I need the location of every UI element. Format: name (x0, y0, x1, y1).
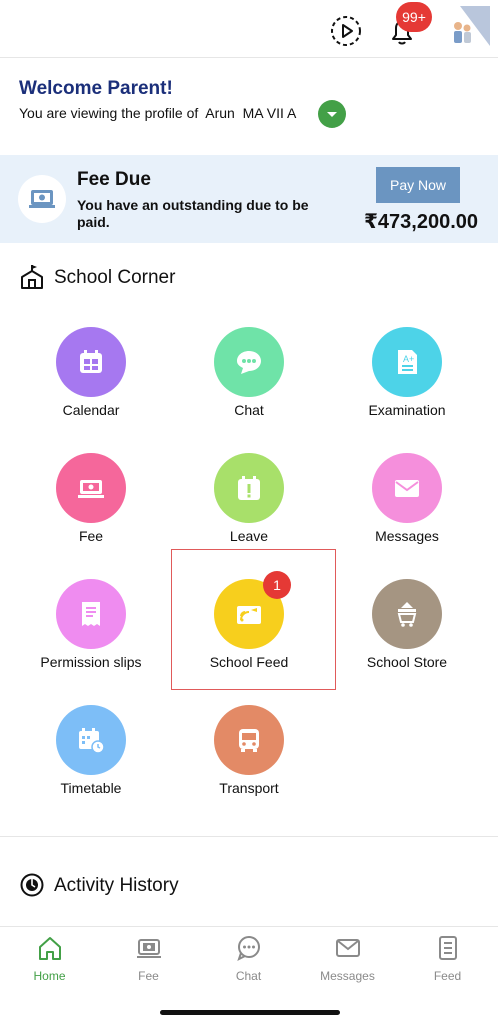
section-divider (0, 836, 498, 837)
tile-permission-slips[interactable]: Permission slips (16, 579, 166, 689)
tile-label: Timetable (60, 780, 122, 796)
tile-label: Calendar (62, 402, 120, 418)
welcome-title: Welcome Parent! (19, 78, 173, 99)
mail-icon (372, 453, 442, 523)
nav-label: Chat (235, 969, 262, 983)
tile-label: Messages (375, 528, 439, 544)
profile-dropdown-button[interactable] (318, 100, 346, 128)
fee-due-banner: Fee Due You have an outstanding due to b… (0, 155, 498, 243)
fee-icon (136, 939, 161, 958)
tile-calendar[interactable]: Calendar (16, 327, 166, 437)
leave-icon (214, 453, 284, 523)
fee-due-icon (18, 175, 66, 223)
nav-label: Messages (320, 969, 375, 983)
fee-due-title: Fee Due (77, 169, 151, 190)
tile-examination[interactable]: A+ Examination (332, 327, 482, 437)
mail-icon (335, 939, 360, 957)
feed-icon (438, 936, 457, 960)
chevron-down-icon (327, 112, 337, 117)
nav-home[interactable]: Home (0, 935, 99, 995)
chat-icon (236, 936, 260, 961)
nav-label: Home (33, 969, 66, 983)
fee-icon (56, 453, 126, 523)
tile-timetable[interactable]: Timetable (16, 705, 166, 815)
avatar[interactable] (440, 6, 490, 50)
slip-icon (56, 579, 126, 649)
pay-now-button[interactable]: Pay Now (376, 167, 460, 203)
bus-icon (214, 705, 284, 775)
home-icon (38, 937, 61, 960)
tile-chat[interactable]: Chat (174, 327, 324, 437)
tile-fee[interactable]: Fee (16, 453, 166, 563)
tile-leave[interactable]: Leave (174, 453, 324, 563)
nav-label: Feed (433, 969, 462, 983)
nav-feed[interactable]: Feed (398, 935, 497, 995)
fee-due-amount: ₹473,200.00 (363, 211, 478, 233)
tile-label: Transport (219, 780, 279, 796)
nav-label: Fee (138, 969, 159, 983)
fee-due-text: You have an outstanding due to be paid. (77, 197, 309, 230)
home-indicator (160, 1010, 340, 1015)
tile-school-store[interactable]: School Store (332, 579, 482, 689)
tile-label: Fee (78, 528, 104, 544)
tile-label: Permission slips (40, 654, 142, 670)
tile-transport[interactable]: Transport (174, 705, 324, 815)
tile-label: School Store (366, 654, 448, 670)
highlight-box (171, 549, 336, 690)
store-icon (372, 579, 442, 649)
school-icon (20, 264, 44, 290)
tile-messages[interactable]: Messages (332, 453, 482, 563)
chat-icon (214, 327, 284, 397)
history-icon (20, 873, 44, 897)
profile-subtitle: You are viewing the profile of Arun MA V… (19, 105, 297, 121)
nav-fee[interactable]: Fee (99, 935, 198, 995)
activity-history-title: Activity History (54, 875, 179, 896)
top-bar: 99+ (0, 0, 498, 58)
timetable-icon (56, 705, 126, 775)
exam-icon: A+ (372, 327, 442, 397)
school-corner-title: School Corner (54, 267, 176, 288)
tile-label: Chat (234, 402, 264, 418)
notification-count-badge: 99+ (396, 2, 432, 32)
nav-chat[interactable]: Chat (199, 935, 298, 995)
tile-label: Leave (229, 528, 269, 544)
svg-text:A+: A+ (403, 354, 414, 364)
calendar-icon (56, 327, 126, 397)
play-icon[interactable] (330, 15, 362, 47)
nav-messages[interactable]: Messages (298, 935, 397, 995)
tile-label: Examination (368, 402, 446, 418)
